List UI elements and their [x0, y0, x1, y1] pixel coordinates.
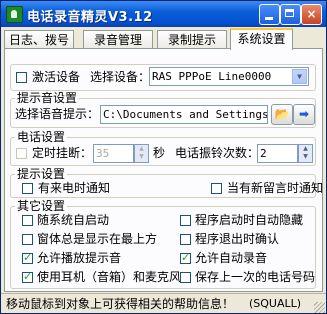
auto-hide-label: 程序启动时自动隐藏 [195, 213, 304, 227]
spin-down-icon: ▼ [139, 153, 144, 160]
maximize-icon [285, 9, 294, 17]
timed-hangup-checkbox[interactable] [16, 148, 27, 159]
incoming-call-notify-label: 有来电时通知 [38, 181, 111, 195]
save-last-number-checkbox[interactable] [180, 272, 191, 283]
prompt-sound-legend: 提示音设置 [15, 91, 80, 105]
new-message-notify-label: 当有新留言时通知 [227, 181, 324, 195]
spin-up-icon: ▲ [303, 145, 308, 152]
autostart-label: 随系统自启动 [37, 213, 110, 227]
ring-count-label: 电话振铃次数： [175, 146, 260, 160]
play-arrow-icon: ➡ [298, 107, 310, 121]
tab-recording-manage[interactable]: 录音管理 [83, 30, 153, 48]
status-bar: 移动鼠标到对象上可获得相关的帮助信息！ (SQUALL) [1, 293, 326, 313]
auto-record-checkbox[interactable] [180, 251, 191, 264]
open-file-button[interactable]: 📂 [271, 104, 293, 125]
new-message-notify-checkbox[interactable] [211, 183, 222, 194]
tab-log-dial[interactable]: 日志、拨号 [4, 30, 74, 48]
maximize-button[interactable] [280, 4, 301, 25]
play-sound-button[interactable]: ➡ [293, 104, 315, 125]
minimize-icon [265, 17, 273, 20]
exit-confirm-label: 程序退出时确认 [195, 232, 280, 246]
chevron-down-icon[interactable]: ▼ [292, 69, 307, 84]
window-title: 电话录音精灵V3.12 [27, 10, 153, 25]
folder-open-icon: 📂 [274, 107, 290, 121]
activate-device-checkbox[interactable] [16, 72, 27, 83]
hangup-seconds-input[interactable]: 35 [93, 144, 134, 163]
device-select[interactable]: RAS PPPoE Line0000 ▼ [149, 67, 309, 86]
spin-up-icon: ▲ [139, 145, 144, 152]
resize-grip-icon[interactable] [314, 302, 325, 313]
tab-strip: 日志、拨号 录音管理 录制提示 系统设置 [1, 28, 326, 50]
main-window: 电话录音精灵V3.12 × 日志、拨号 录音管理 录制提示 系统设置 激活设备 … [0, 0, 327, 314]
auto-hide-checkbox[interactable] [180, 215, 191, 226]
tab-recording-prompt[interactable]: 录制提示 [157, 30, 227, 48]
save-last-number-label: 保存上一次的电话号码 [195, 270, 316, 284]
ring-count-spinner[interactable]: ▲ ▼ [298, 144, 313, 163]
select-device-label: 选择设备： [90, 70, 151, 84]
incoming-call-notify-checkbox[interactable] [22, 183, 33, 194]
status-help-text: 移动鼠标到对象上可获得相关的帮助信息！ [6, 297, 235, 311]
tab-system-settings[interactable]: 系统设置 [230, 28, 293, 50]
phone-settings-legend: 电话设置 [15, 130, 68, 144]
timed-hangup-label: 定时挂断： [32, 146, 93, 160]
spin-down-icon: ▼ [303, 153, 308, 160]
play-prompt-label: 允许播放提示音 [37, 251, 122, 265]
settings-panel: 激活设备 选择设备： RAS PPPoE Line0000 ▼ 提示音设置 选择… [4, 48, 323, 292]
ring-count-input[interactable]: 2 [257, 144, 298, 163]
seconds-label: 秒 [153, 146, 166, 160]
device-select-value: RAS PPPoE Line0000 [152, 70, 272, 83]
always-on-top-label: 窗体总是显示在最上方 [37, 232, 158, 246]
use-headset-label: 使用耳机（音箱）和麦克风 [37, 270, 182, 284]
title-bar[interactable]: 电话录音精灵V3.12 × [1, 1, 326, 27]
use-headset-checkbox[interactable] [22, 270, 33, 283]
autostart-checkbox[interactable] [22, 215, 33, 226]
prompt-sound-label: 选择语音提示： [15, 107, 100, 121]
phone-app-icon [6, 6, 23, 23]
exit-confirm-checkbox[interactable] [180, 234, 191, 245]
status-credit: (SQUALL) [249, 297, 302, 310]
activate-device-label: 激活设备 [32, 70, 81, 84]
play-prompt-checkbox[interactable] [22, 251, 33, 264]
hangup-seconds-spinner[interactable]: ▲ ▼ [134, 144, 149, 163]
auto-record-label: 允许自动录音 [195, 251, 268, 265]
prompt-sound-path-input[interactable]: C:\Documents and Settings\Ad [100, 105, 268, 124]
close-button[interactable]: × [301, 4, 322, 25]
always-on-top-checkbox[interactable] [22, 234, 33, 245]
minimize-button[interactable] [259, 4, 280, 25]
